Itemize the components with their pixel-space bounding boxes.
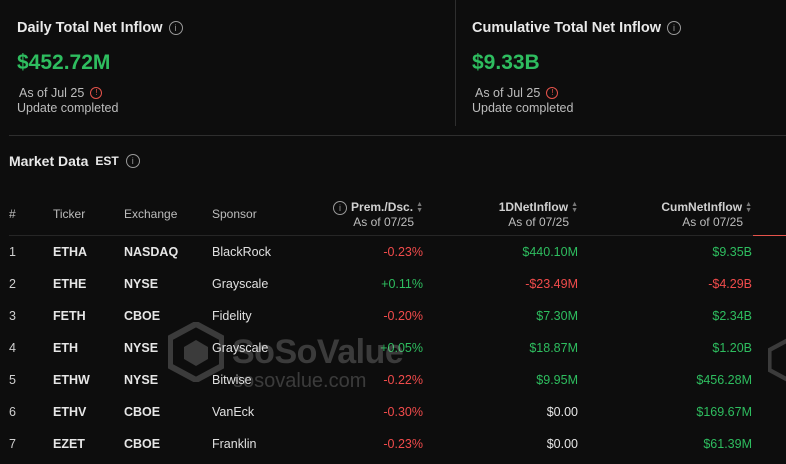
row-exchange: NYSE	[124, 277, 159, 291]
timezone-label: EST	[95, 154, 119, 168]
cumulative-status: Update completed	[472, 101, 574, 115]
row-prem: -0.23%	[383, 437, 423, 451]
col-header-1d-inflow[interactable]: 1DNetInflow ▲ ▼ As of 07/25	[499, 200, 578, 230]
col-header-1d-sub: As of 07/25	[508, 215, 569, 229]
table-row[interactable]: 5 ETHW NYSE Bitwise -0.22% $9.95M $456.2…	[0, 364, 786, 396]
row-index: 4	[9, 341, 16, 355]
row-prem: -0.23%	[383, 245, 423, 259]
row-index: 1	[9, 245, 16, 259]
cumulative-title-text: Cumulative Total Net Inflow	[472, 20, 662, 36]
cumulative-as-of: As of Jul 25 !	[475, 86, 559, 100]
daily-title-text: Daily Total Net Inflow	[17, 20, 163, 36]
row-ticker[interactable]: ETH	[53, 332, 78, 364]
row-index: 5	[9, 373, 16, 387]
row-index: 6	[9, 405, 16, 419]
row-prem: +0.05%	[380, 341, 423, 355]
row-exchange: NYSE	[124, 373, 159, 387]
row-1d-inflow: -$23.49M	[525, 277, 578, 291]
col-header-index: #	[9, 207, 16, 221]
row-sponsor: VanEck	[212, 405, 255, 419]
col-header-prem[interactable]: i Prem./Dsc. ▲ ▼ As of 07/25	[333, 200, 423, 230]
table-row[interactable]: 3 FETH CBOE Fidelity -0.20% $7.30M $2.34…	[0, 300, 786, 332]
table-row[interactable]: 1 ETHA NASDAQ BlackRock -0.23% $440.10M …	[0, 236, 786, 268]
daily-as-of-text: As of Jul 25	[19, 86, 85, 100]
table-row[interactable]: 7 EZET CBOE Franklin -0.23% $0.00 $61.39…	[0, 428, 786, 460]
daily-net-inflow-card: Daily Total Net Inflow i $452.72M As of …	[0, 0, 454, 126]
row-prem: +0.11%	[381, 277, 423, 291]
row-exchange: CBOE	[124, 405, 161, 419]
market-data-title: Market Data	[9, 153, 89, 169]
row-1d-inflow: $9.95M	[536, 373, 578, 387]
sort-icon[interactable]: ▲ ▼	[416, 201, 423, 214]
col-header-cum-label: CumNetInflow	[661, 200, 743, 214]
alert-icon[interactable]: !	[546, 87, 559, 99]
row-sponsor: Grayscale	[212, 341, 269, 355]
row-1d-inflow: $7.30M	[536, 309, 578, 323]
col-header-cum-sub: As of 07/25	[682, 215, 743, 229]
row-exchange: CBOE	[124, 309, 161, 323]
col-header-cum-inflow[interactable]: CumNetInflow ▲ ▼ As of 07/25	[661, 200, 752, 230]
sosovalue-logo-icon	[768, 338, 786, 382]
row-cum-inflow: $2.34B	[712, 309, 752, 323]
market-data-header: Market Data EST i	[9, 153, 140, 169]
daily-as-of: As of Jul 25 !	[19, 86, 103, 100]
col-header-exchange: Exchange	[124, 207, 178, 221]
daily-status: Update completed	[17, 101, 119, 115]
row-ticker[interactable]: ETHA	[53, 236, 87, 268]
divider	[9, 135, 786, 136]
row-1d-inflow: $0.00	[546, 405, 578, 419]
row-exchange: NYSE	[124, 341, 159, 355]
table-row[interactable]: 4 ETH NYSE Grayscale +0.05% $18.87M $1.2…	[0, 332, 786, 364]
row-1d-inflow: $0.00	[546, 437, 578, 451]
daily-title: Daily Total Net Inflow i	[17, 20, 183, 36]
row-cum-inflow: $456.28M	[696, 373, 752, 387]
daily-value: $452.72M	[17, 51, 111, 74]
info-icon[interactable]: i	[125, 154, 140, 168]
row-sponsor: Bitwise	[212, 373, 252, 387]
row-cum-inflow: $9.35B	[712, 245, 752, 259]
col-header-1d-label: 1DNetInflow	[498, 200, 569, 214]
row-1d-inflow: $440.10M	[522, 245, 578, 259]
row-sponsor: Fidelity	[212, 309, 252, 323]
row-ticker[interactable]: ETHV	[53, 396, 86, 428]
col-header-prem-label: Prem./Dsc.	[351, 200, 414, 214]
row-ticker[interactable]: ETHW	[53, 364, 90, 396]
row-cum-inflow: -$4.29B	[708, 277, 752, 291]
row-index: 3	[9, 309, 16, 323]
row-prem: -0.30%	[383, 405, 423, 419]
row-ticker[interactable]: ETHE	[53, 268, 86, 300]
cumulative-net-inflow-card: Cumulative Total Net Inflow i $9.33B As …	[455, 0, 786, 126]
sort-icon[interactable]: ▲ ▼	[745, 201, 752, 214]
row-index: 2	[9, 277, 16, 291]
cumulative-as-of-text: As of Jul 25	[475, 86, 541, 100]
info-icon[interactable]: i	[333, 200, 348, 215]
row-sponsor: Franklin	[212, 437, 257, 451]
row-exchange: CBOE	[124, 437, 161, 451]
cumulative-title: Cumulative Total Net Inflow i	[472, 20, 682, 36]
row-prem: -0.22%	[383, 373, 423, 387]
row-cum-inflow: $61.39M	[703, 437, 752, 451]
table-row[interactable]: 2 ETHE NYSE Grayscale +0.11% -$23.49M -$…	[0, 268, 786, 300]
row-prem: -0.20%	[383, 309, 423, 323]
row-1d-inflow: $18.87M	[529, 341, 578, 355]
col-header-sponsor: Sponsor	[212, 207, 257, 221]
col-header-ticker: Ticker	[53, 207, 86, 221]
row-ticker[interactable]: EZET	[53, 428, 85, 460]
info-icon[interactable]: i	[168, 21, 183, 35]
cumulative-value: $9.33B	[472, 51, 540, 74]
row-sponsor: Grayscale	[212, 277, 269, 291]
row-cum-inflow: $169.67M	[696, 405, 752, 419]
row-exchange: NASDAQ	[124, 245, 179, 259]
table-row[interactable]: 6 ETHV CBOE VanEck -0.30% $0.00 $169.67M	[0, 396, 786, 428]
row-index: 7	[9, 437, 16, 451]
col-header-prem-sub: As of 07/25	[353, 215, 414, 229]
row-sponsor: BlackRock	[212, 245, 272, 259]
sort-icon[interactable]: ▲ ▼	[571, 201, 578, 214]
info-icon[interactable]: i	[667, 21, 682, 35]
alert-icon[interactable]: !	[90, 87, 103, 99]
row-cum-inflow: $1.20B	[712, 341, 752, 355]
row-ticker[interactable]: FETH	[53, 300, 86, 332]
